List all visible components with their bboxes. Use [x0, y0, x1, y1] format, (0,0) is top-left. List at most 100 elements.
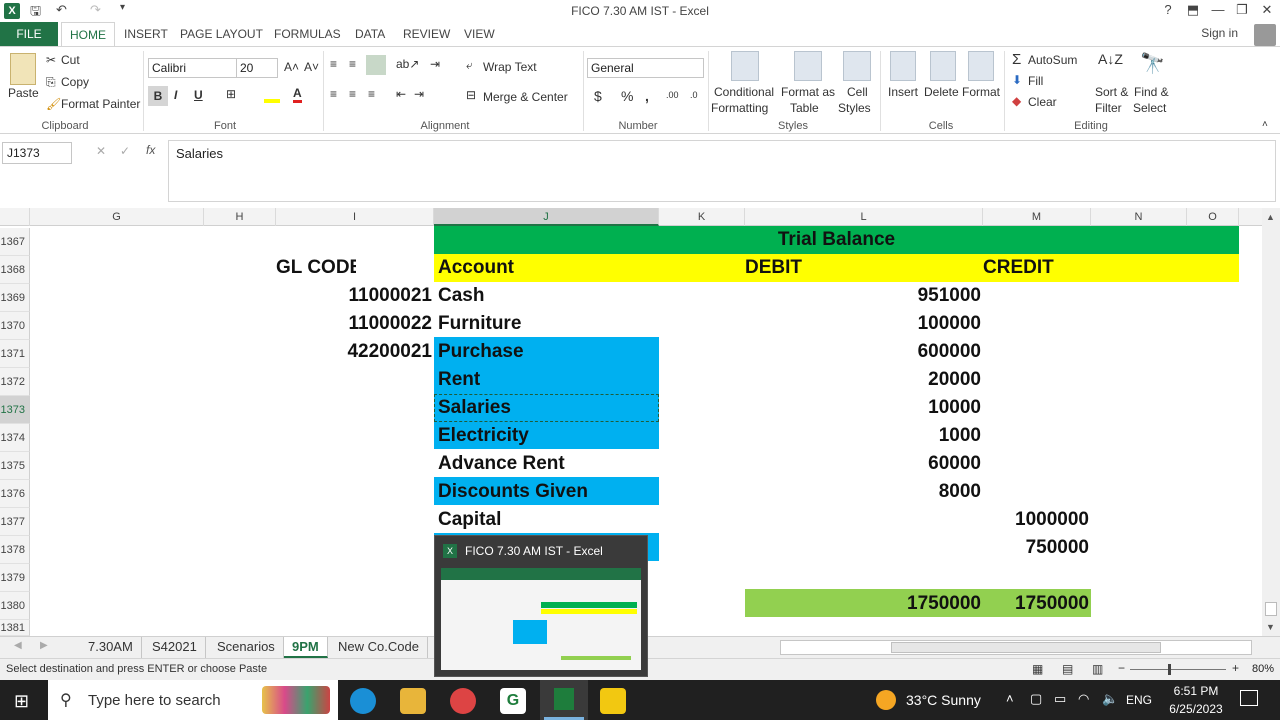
- collapse-ribbon-icon[interactable]: ˄: [1262, 119, 1268, 130]
- debit-cell[interactable]: 10000: [745, 394, 981, 422]
- format-painter-icon[interactable]: 🖌: [46, 97, 61, 111]
- row-header[interactable]: 1377: [0, 508, 30, 536]
- borders-icon[interactable]: ⊞: [226, 87, 236, 101]
- row-header[interactable]: 1369: [0, 284, 30, 312]
- scroll-up-icon[interactable]: ▲: [1266, 212, 1275, 222]
- currency-button[interactable]: $: [594, 88, 602, 104]
- trial-balance-heading[interactable]: Trial Balance: [434, 226, 1239, 254]
- tab-insert[interactable]: INSERT: [116, 22, 176, 46]
- row-header[interactable]: 1370: [0, 312, 30, 340]
- increase-indent-icon[interactable]: ⇥: [414, 87, 424, 101]
- gl-code-cell[interactable]: 42200021: [276, 338, 432, 366]
- zoom-level[interactable]: 80%: [1252, 663, 1274, 675]
- sheet-next-icon[interactable]: ▶: [40, 640, 48, 651]
- account-cell[interactable]: Electricity: [438, 422, 656, 450]
- total-credit-cell[interactable]: 1750000: [983, 590, 1089, 618]
- align-bottom-icon[interactable]: [366, 55, 386, 75]
- wifi-icon[interactable]: ◠: [1078, 691, 1089, 707]
- cut-button[interactable]: Cut: [61, 53, 80, 67]
- format-as-table-label2[interactable]: Table: [790, 101, 819, 115]
- decrease-decimal-icon[interactable]: .0: [690, 90, 698, 100]
- account-cell[interactable]: Salaries: [438, 394, 656, 422]
- tab-review[interactable]: REVIEW: [395, 22, 458, 46]
- column-header-o[interactable]: O: [1187, 208, 1239, 226]
- autosum-button[interactable]: AutoSum: [1028, 53, 1077, 67]
- align-center-icon[interactable]: ≡: [349, 87, 356, 101]
- normal-view-icon[interactable]: ▦: [1032, 662, 1043, 676]
- italic-button[interactable]: I: [174, 88, 177, 102]
- tab-data[interactable]: DATA: [347, 22, 393, 46]
- cell-styles-label2[interactable]: Styles: [838, 101, 871, 115]
- merge-center-icon[interactable]: ⊟: [466, 88, 476, 102]
- column-header-j[interactable]: J: [434, 208, 659, 226]
- cell-styles-label1[interactable]: Cell: [847, 85, 868, 99]
- column-header-k[interactable]: K: [659, 208, 745, 226]
- account-header[interactable]: Account: [438, 254, 638, 282]
- account-cell[interactable]: Rent: [438, 366, 656, 394]
- scroll-thumb[interactable]: [1265, 602, 1277, 616]
- notifications-icon[interactable]: [1240, 690, 1258, 706]
- conditional-formatting-icon[interactable]: [731, 51, 759, 81]
- sort-filter-label1[interactable]: Sort &: [1095, 85, 1128, 99]
- zoom-out-icon[interactable]: −: [1118, 661, 1125, 675]
- gl-code-cell[interactable]: 11000021: [276, 282, 433, 310]
- tray-chevron-icon[interactable]: ˄: [1006, 691, 1014, 706]
- percent-button[interactable]: %: [621, 88, 633, 104]
- fill-color-icon[interactable]: [264, 87, 280, 103]
- chrome-icon[interactable]: [450, 688, 476, 714]
- orientation-icon[interactable]: ab↗: [396, 57, 419, 71]
- fill-icon[interactable]: ⬇: [1012, 73, 1022, 87]
- tab-view[interactable]: VIEW: [456, 22, 503, 46]
- weather-sun-icon[interactable]: [876, 690, 896, 710]
- vertical-scrollbar[interactable]: ▲ ▼: [1262, 208, 1280, 636]
- indent-icon[interactable]: ⇥: [430, 57, 440, 71]
- merge-center-button[interactable]: Merge & Center: [483, 90, 568, 104]
- row-header[interactable]: 1367: [0, 228, 30, 256]
- page-break-view-icon[interactable]: ▥: [1092, 662, 1103, 676]
- account-cell[interactable]: Purchase: [438, 338, 656, 366]
- format-cells-icon[interactable]: [968, 51, 994, 81]
- sheet-prev-icon[interactable]: ◀: [14, 640, 22, 651]
- zoom-slider-handle[interactable]: [1168, 664, 1171, 675]
- minimize-button[interactable]: —: [1208, 2, 1228, 17]
- find-select-label1[interactable]: Find &: [1134, 85, 1169, 99]
- paste-icon[interactable]: [10, 53, 36, 85]
- insert-cells-button[interactable]: Insert: [888, 85, 918, 99]
- sign-in-link[interactable]: Sign in: [1201, 26, 1238, 40]
- column-header-g[interactable]: G: [30, 208, 204, 226]
- debit-cell[interactable]: 8000: [745, 478, 981, 506]
- row-header[interactable]: 1374: [0, 424, 30, 452]
- credit-cell[interactable]: 1000000: [983, 506, 1089, 534]
- row-header[interactable]: 1372: [0, 368, 30, 396]
- fill-button[interactable]: Fill: [1028, 74, 1043, 88]
- conditional-formatting-label1[interactable]: Conditional: [714, 85, 774, 99]
- increase-decimal-icon[interactable]: .00: [666, 90, 679, 100]
- enter-icon[interactable]: ✓: [120, 144, 130, 158]
- battery-icon[interactable]: ▭: [1054, 691, 1066, 707]
- tab-page-layout[interactable]: PAGE LAYOUT: [172, 22, 271, 46]
- tab-formulas[interactable]: FORMULAS: [266, 22, 349, 46]
- sheet-tab[interactable]: New Co.Code: [330, 637, 428, 658]
- row-header[interactable]: 1368: [0, 256, 30, 284]
- column-header-i[interactable]: I: [276, 208, 434, 226]
- format-as-table-icon[interactable]: [794, 51, 822, 81]
- formula-input[interactable]: Salaries: [168, 140, 1276, 202]
- volume-icon[interactable]: 🔈: [1102, 691, 1118, 707]
- font-size-select[interactable]: 20: [236, 58, 278, 78]
- copy-button[interactable]: Copy: [61, 75, 89, 89]
- autosum-icon[interactable]: Σ: [1012, 51, 1021, 68]
- clear-button[interactable]: Clear: [1028, 95, 1057, 109]
- wrap-text-button[interactable]: Wrap Text: [483, 60, 537, 74]
- paste-button[interactable]: Paste: [8, 86, 39, 100]
- row-header[interactable]: 1373: [0, 396, 30, 424]
- credit-header[interactable]: CREDIT: [983, 254, 1063, 282]
- sort-filter-icon[interactable]: A↓Z: [1098, 51, 1123, 67]
- windows-start-icon[interactable]: ⊞: [14, 691, 29, 712]
- account-cell[interactable]: Advance Rent: [438, 450, 656, 478]
- credit-cell[interactable]: 750000: [983, 534, 1089, 562]
- account-cell[interactable]: Discounts Given: [438, 478, 656, 506]
- delete-cells-button[interactable]: Delete: [924, 85, 959, 99]
- horizontal-scrollbar[interactable]: [780, 640, 1252, 655]
- avatar[interactable]: [1254, 24, 1276, 46]
- name-box[interactable]: J1373: [2, 142, 72, 164]
